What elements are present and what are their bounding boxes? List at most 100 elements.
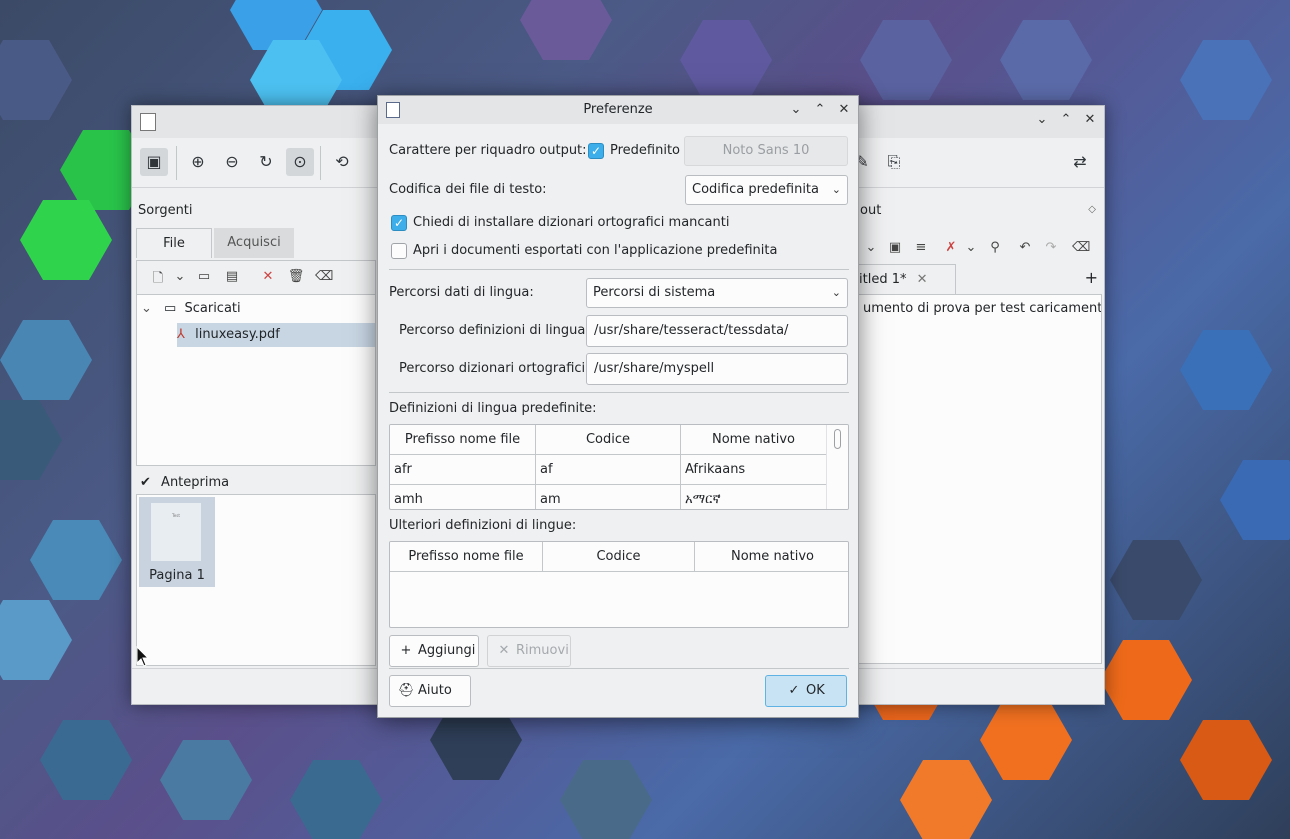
spell-path-input[interactable]: /usr/share/myspell: [586, 353, 848, 385]
desktop-background: ⌄ ⌃ ✕ ▣ ⊕ ⊖ ↻ ⊙ ⟲ ✎ ⎘ ⇄ Sorgenti File Ac…: [0, 0, 1290, 839]
undo-icon[interactable]: ↶: [1016, 240, 1034, 255]
additional-defs-table: Prefisso nome file Codice Nome nativo: [389, 541, 849, 628]
new-file-icon[interactable]: 🗋: [149, 269, 167, 291]
dialog-titlebar[interactable]: Preferenze ⌄ ⌃ ✕: [378, 96, 858, 124]
preferences-dialog: Preferenze ⌄ ⌃ ✕ Carattere per riquadro …: [377, 95, 859, 718]
table-cell[interactable]: af: [536, 455, 681, 485]
clear-icon[interactable]: ⌫: [1072, 240, 1090, 255]
zoom-in-icon[interactable]: ⊕: [184, 148, 212, 176]
column-header-prefix[interactable]: Prefisso nome file: [390, 542, 543, 572]
output-toolbar: ⌄ ▣ ≡ ✗ ⌄ ⚲ ↶ ↷ ⌫: [856, 232, 1104, 262]
check-icon: ✓: [788, 683, 800, 698]
table-cell[interactable]: Afrikaans: [681, 455, 827, 485]
separator: [389, 668, 849, 669]
output-font-label: Carattere per riquadro output:: [389, 143, 587, 158]
separator: [389, 269, 849, 270]
text-encoding-label: Codifica dei file di testo:: [389, 182, 547, 197]
table-cell[interactable]: am: [536, 485, 681, 509]
tree-file[interactable]: ⅄ linuxeasy.pdf: [177, 323, 375, 347]
help-button-label: Aiuto: [418, 683, 452, 698]
text-encoding-select[interactable]: Codifica predefinita ⌄: [685, 175, 848, 205]
clear-icon[interactable]: ⌫: [315, 269, 333, 284]
redo-icon[interactable]: ↷: [1042, 240, 1060, 255]
tab-file[interactable]: File: [136, 228, 212, 258]
font-select-button[interactable]: Noto Sans 10: [684, 136, 848, 166]
minimize-icon[interactable]: ⌄: [788, 102, 804, 118]
save-icon[interactable]: ▣: [886, 240, 904, 255]
clipboard-icon[interactable]: ▤: [223, 269, 241, 284]
column-header-native-name[interactable]: Nome nativo: [695, 542, 848, 572]
menu-icon[interactable]: ⇄: [1066, 148, 1094, 176]
rotate-left-icon[interactable]: ⟲: [328, 148, 356, 176]
chevron-down-icon[interactable]: ⌄: [171, 269, 189, 284]
output-panel: out ◇ ⌄ ▣ ≡ ✗ ⌄ ⚲ ↶ ↷ ⌫ itled 1* ✕ + ume…: [856, 198, 1104, 676]
trash-icon[interactable]: 🗑: [287, 269, 305, 284]
ask-install-dicts-label: Chiedi di installare dizionari ortografi…: [413, 215, 730, 230]
find-icon[interactable]: ⚲: [986, 240, 1004, 255]
chevron-down-icon[interactable]: ⌄: [141, 301, 152, 316]
add-tab-icon[interactable]: +: [1085, 268, 1098, 287]
default-font-checkbox[interactable]: ✓: [588, 143, 604, 159]
lang-paths-value: Percorsi di sistema: [593, 285, 716, 300]
open-exported-checkbox[interactable]: [391, 243, 407, 259]
plus-icon: +: [400, 643, 412, 658]
column-header-code[interactable]: Codice: [543, 542, 695, 572]
maximize-icon[interactable]: ⌃: [812, 102, 828, 118]
zoom-fit-icon[interactable]: ⊙: [286, 148, 314, 176]
predefined-defs-table: Prefisso nome file Codice Nome nativo af…: [389, 424, 849, 510]
close-icon[interactable]: ✕: [1082, 112, 1098, 128]
table-cell[interactable]: afr: [390, 455, 536, 485]
file-toolbar: 🗋 ⌄ ▭ ▤ ✕ 🗑 ⌫: [136, 260, 376, 294]
spellcheck-icon[interactable]: ✗: [942, 240, 960, 255]
check-icon: ✔: [140, 475, 151, 490]
minimize-icon[interactable]: ⌄: [1034, 112, 1050, 128]
mouse-cursor-icon: [136, 646, 150, 667]
thumbnail-text: Test: [172, 513, 180, 518]
table-cell[interactable]: አማርኛ: [681, 485, 827, 509]
table-scrollbar[interactable]: [826, 425, 848, 509]
document-tab-label: itled 1*: [859, 272, 907, 287]
open-exported-label: Apri i documenti esportati con l'applica…: [413, 243, 778, 258]
column-header-native-name[interactable]: Nome nativo: [681, 425, 827, 455]
zoom-original-icon[interactable]: ↻: [252, 148, 280, 176]
tree-folder-label: Scaricati: [184, 301, 241, 316]
maximize-icon[interactable]: ⌃: [1058, 112, 1074, 128]
table-cell[interactable]: amh: [390, 485, 536, 509]
sources-panel: Sorgenti File Acquisci 🗋 ⌄ ▭ ▤ ✕ 🗑 ⌫ ⌄ ▭…: [132, 198, 378, 676]
file-tree: ⌄ ▭ Scaricati ⅄ linuxeasy.pdf: [136, 294, 376, 466]
remove-button-label: Rimuovi: [516, 643, 569, 658]
folder-icon: ▭: [164, 301, 177, 316]
text-encoding-value: Codifica predefinita: [692, 182, 819, 197]
thumbnail-caption: Pagina 1: [149, 568, 205, 583]
chevron-down-icon[interactable]: ⌄: [962, 240, 980, 255]
float-icon[interactable]: ◇: [1088, 204, 1096, 215]
close-icon: ✕: [498, 643, 510, 658]
add-button[interactable]: + Aggiungi: [389, 635, 479, 667]
remove-button[interactable]: ✕ Rimuovi: [487, 635, 571, 667]
lang-paths-select[interactable]: Percorsi di sistema ⌄: [586, 278, 848, 308]
close-icon[interactable]: ✕: [836, 102, 852, 118]
remove-icon[interactable]: ✕: [259, 269, 277, 284]
column-header-prefix[interactable]: Prefisso nome file: [390, 425, 536, 455]
column-header-code[interactable]: Codice: [536, 425, 681, 455]
zoom-out-icon[interactable]: ⊖: [218, 148, 246, 176]
close-icon[interactable]: ✕: [917, 272, 928, 287]
chevron-down-icon: ⌄: [831, 286, 841, 299]
preview-header[interactable]: ✔ Anteprima: [136, 472, 376, 494]
output-editor[interactable]: umento di prova per test caricamento: [856, 294, 1102, 664]
tree-folder[interactable]: ⌄ ▭ Scaricati: [141, 297, 375, 321]
tab-acquire[interactable]: Acquisci: [214, 228, 294, 258]
page-thumbnail[interactable]: Test Pagina 1: [139, 497, 215, 587]
insert-icon[interactable]: ≡: [912, 240, 930, 255]
lang-def-path-input[interactable]: /usr/share/tesseract/tessdata/: [586, 315, 848, 347]
chevron-down-icon[interactable]: ⌄: [862, 240, 880, 255]
ok-button[interactable]: ✓ OK: [765, 675, 847, 707]
help-button[interactable]: ⛑ Aiuto: [389, 675, 471, 707]
add-button-label: Aggiungi: [418, 643, 476, 658]
image-source-icon[interactable]: ▣: [140, 148, 168, 176]
ask-install-dicts-checkbox[interactable]: ✓: [391, 215, 407, 231]
dialog-title: Preferenze: [583, 102, 653, 117]
tab-document[interactable]: itled 1* ✕: [856, 264, 956, 294]
folder-icon[interactable]: ▭: [195, 269, 213, 284]
export-icon[interactable]: ⎘: [880, 148, 908, 176]
